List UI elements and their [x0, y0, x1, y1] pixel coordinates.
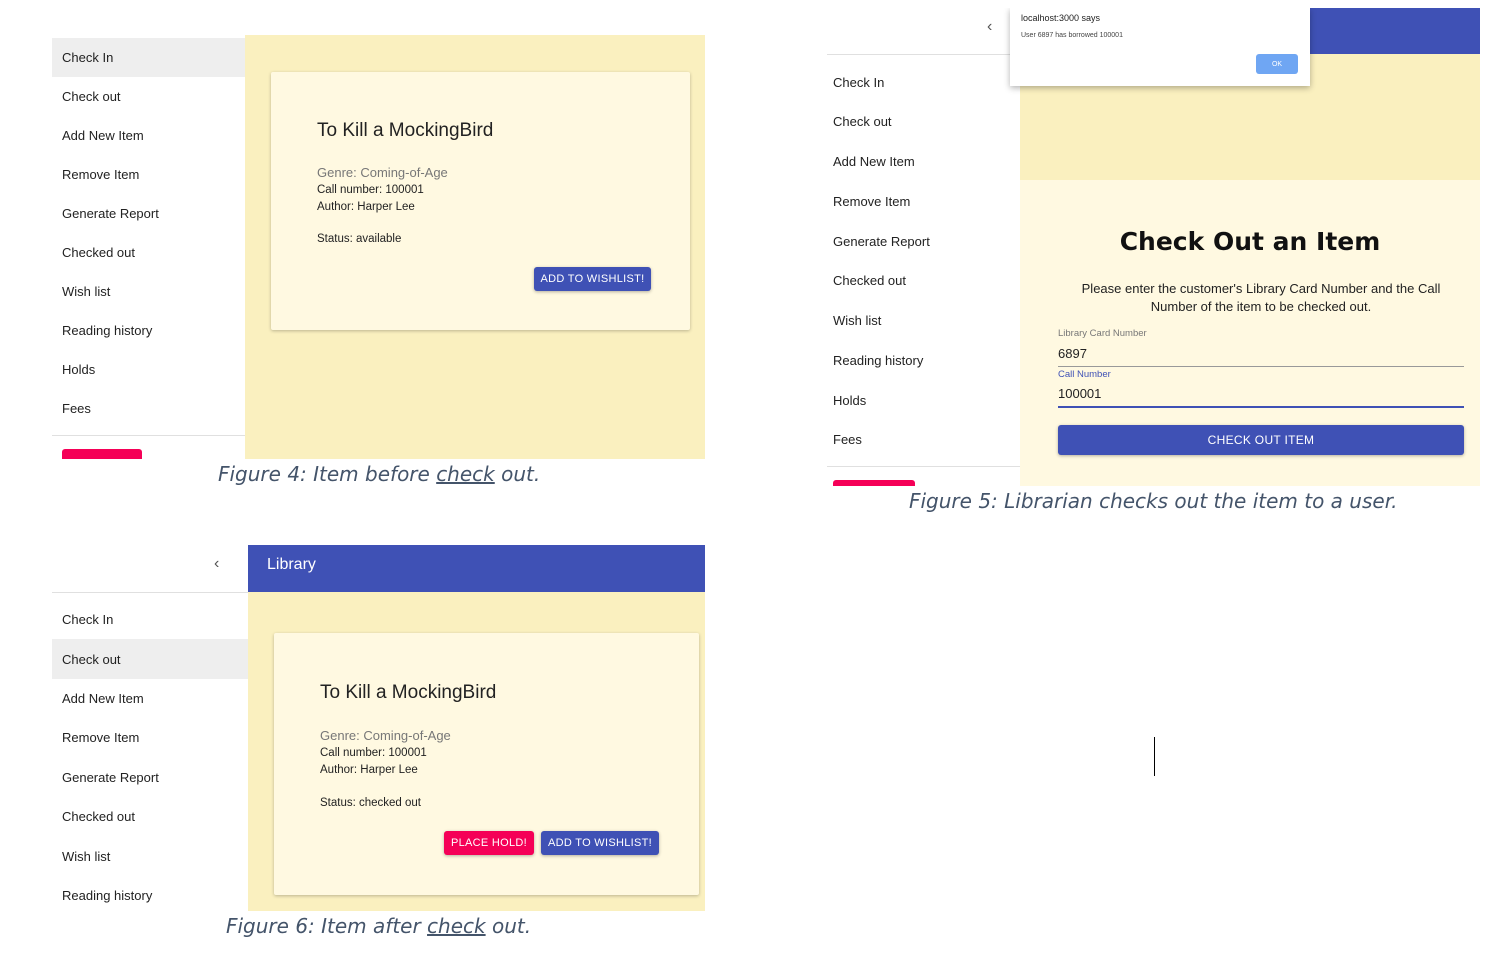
content-panel: To Kill a MockingBird Genre: Coming-of-A… — [245, 35, 705, 459]
figure-6-caption: Figure 6: Item after check out. — [226, 914, 531, 938]
chevron-left-icon[interactable]: ‹ — [987, 18, 992, 36]
app-bar: Library — [248, 545, 705, 592]
checkout-form-panel: Check Out an Item Please enter the custo… — [1020, 180, 1480, 486]
alert-ok-button[interactable]: OK — [1256, 54, 1298, 74]
call-number-label: Call Number — [1058, 369, 1111, 380]
nav-generate-report[interactable]: Generate Report — [52, 194, 245, 233]
nav-remove-item[interactable]: Remove Item — [52, 717, 248, 757]
figure-4-caption: Figure 4: Item before check out. — [218, 462, 540, 486]
sidebar-divider-top — [52, 592, 248, 593]
nav-remove-item[interactable]: Remove Item — [827, 181, 1020, 221]
book-call-number: Call number: 100001 — [317, 184, 424, 196]
book-author: Author: Harper Lee — [317, 201, 415, 213]
book-title: To Kill a MockingBird — [317, 120, 494, 141]
book-status: Status: checked out — [320, 797, 422, 809]
nav-remove-item[interactable]: Remove Item — [52, 155, 245, 194]
call-number-field[interactable]: 100001 — [1058, 386, 1464, 408]
caption-link[interactable]: check — [436, 462, 495, 486]
nav-wish-list[interactable]: Wish list — [52, 272, 245, 311]
sidebar-divider-top — [827, 54, 1020, 55]
nav-checked-out[interactable]: Checked out — [827, 260, 1020, 300]
nav-checked-out[interactable]: Checked out — [52, 233, 245, 272]
logout-button[interactable] — [833, 480, 915, 486]
add-to-wishlist-button[interactable]: ADD TO WISHLIST! — [534, 267, 651, 291]
alert-message: User 6897 has borrowed 100001 — [1021, 32, 1123, 39]
checkout-instructions: Please enter the customer's Library Card… — [1081, 281, 1441, 314]
nav-fees[interactable]: Fees — [52, 389, 245, 428]
chevron-left-icon[interactable]: ‹ — [214, 555, 219, 573]
nav-check-out[interactable]: Check out — [52, 77, 245, 116]
nav-fees[interactable]: Fees — [827, 419, 1020, 459]
nav-generate-report[interactable]: Generate Report — [827, 221, 1020, 261]
card-number-label: Library Card Number — [1058, 328, 1147, 339]
nav-holds[interactable]: Holds — [52, 350, 245, 389]
text-cursor — [1154, 737, 1155, 776]
nav-wish-list[interactable]: Wish list — [827, 300, 1020, 340]
caption-text-end: out. — [485, 914, 532, 938]
card-number-field[interactable]: 6897 — [1058, 346, 1464, 367]
nav-checked-out[interactable]: Checked out — [52, 796, 248, 836]
alert-dialog: localhost:3000 says User 6897 has borrow… — [1010, 8, 1310, 86]
book-card: To Kill a MockingBird Genre: Coming-of-A… — [271, 72, 690, 330]
sidebar: ‹ Check In Check out Add New Item Remove… — [827, 8, 1020, 486]
caption-text-end: out. — [494, 462, 541, 486]
nav-generate-report[interactable]: Generate Report — [52, 757, 248, 797]
figure-6: ‹ Check In Check out Add New Item Remove… — [52, 545, 705, 911]
figure-4: Check In Check out Add New Item Remove I… — [52, 35, 705, 459]
figure-5: ‹ Check In Check out Add New Item Remove… — [827, 8, 1480, 486]
book-genre: Genre: Coming-of-Age — [320, 728, 451, 743]
nav-check-out[interactable]: Check out — [827, 101, 1020, 141]
alert-title: localhost:3000 says — [1021, 13, 1101, 23]
sidebar: Check In Check out Add New Item Remove I… — [52, 35, 245, 459]
app-title: Library — [267, 556, 316, 573]
nav-check-out[interactable]: Check out — [52, 639, 248, 679]
content-panel: To Kill a MockingBird Genre: Coming-of-A… — [248, 592, 705, 911]
sidebar-divider — [52, 435, 245, 436]
check-out-item-button[interactable]: CHECK OUT ITEM — [1058, 425, 1464, 455]
sidebar-divider — [827, 466, 1020, 467]
nav-add-new-item[interactable]: Add New Item — [827, 141, 1020, 181]
caption-text: Figure 6: Item after — [226, 914, 428, 938]
book-call-number: Call number: 100001 — [320, 747, 427, 759]
nav-check-in[interactable]: Check In — [827, 62, 1020, 102]
checkout-heading: Check Out an Item — [1119, 227, 1381, 256]
nav-reading-history[interactable]: Reading history — [52, 311, 245, 350]
nav-wish-list[interactable]: Wish list — [52, 836, 248, 876]
book-author: Author: Harper Lee — [320, 764, 418, 776]
nav-reading-history[interactable]: Reading history — [827, 340, 1020, 380]
caption-text: Figure 4: Item before — [218, 462, 437, 486]
place-hold-button[interactable]: PLACE HOLD! — [444, 831, 534, 855]
nav-holds[interactable]: Holds — [827, 380, 1020, 420]
caption-link[interactable]: check — [427, 914, 486, 938]
book-genre: Genre: Coming-of-Age — [317, 165, 448, 180]
figure-5-caption: Figure 5: Librarian checks out the item … — [909, 489, 1398, 513]
sidebar: ‹ Check In Check out Add New Item Remove… — [52, 545, 248, 911]
nav-check-in[interactable]: Check In — [52, 38, 245, 77]
book-status: Status: available — [317, 233, 402, 245]
nav-reading-history[interactable]: Reading history — [52, 875, 248, 911]
add-to-wishlist-button[interactable]: ADD TO WISHLIST! — [541, 831, 659, 855]
logout-button[interactable] — [62, 449, 142, 459]
book-title: To Kill a MockingBird — [320, 682, 497, 703]
nav-add-new-item[interactable]: Add New Item — [52, 116, 245, 155]
nav-add-new-item[interactable]: Add New Item — [52, 678, 248, 718]
nav-check-in[interactable]: Check In — [52, 599, 248, 639]
book-card: To Kill a MockingBird Genre: Coming-of-A… — [274, 633, 699, 895]
